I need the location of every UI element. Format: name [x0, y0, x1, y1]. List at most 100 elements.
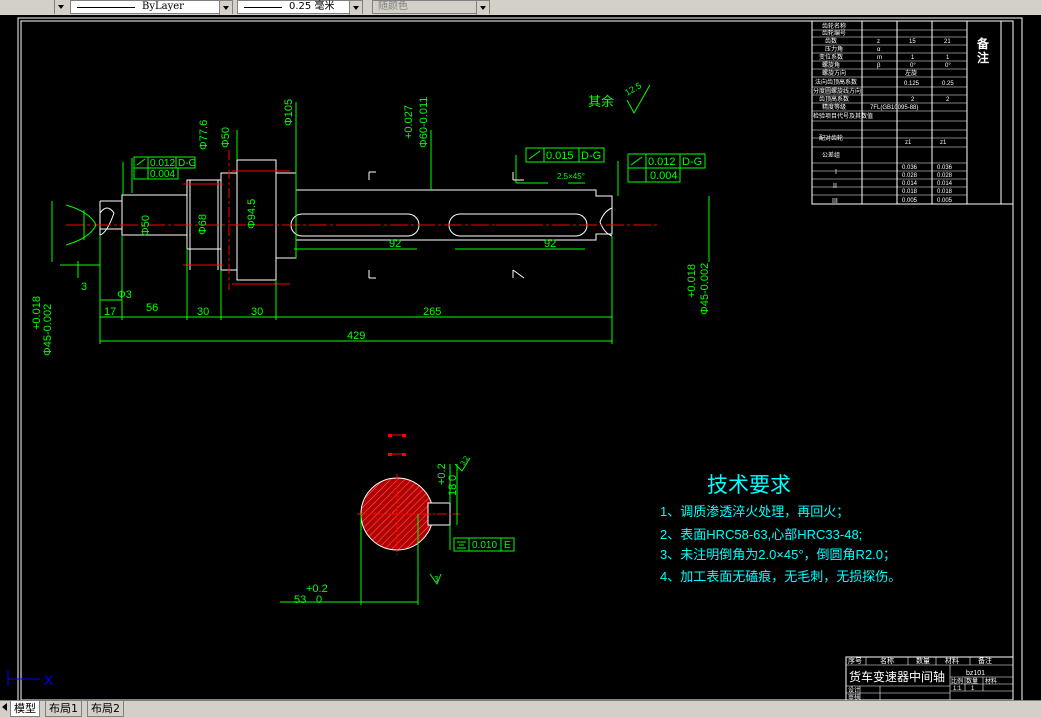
- tab-layout2[interactable]: 布局2: [87, 701, 124, 717]
- properties-toolbar: ByLayer 0.25 毫米 随颜色: [0, 0, 1041, 16]
- layer-dropdown-arrow[interactable]: [54, 0, 67, 14]
- param-sv-9: 0.005: [902, 198, 918, 204]
- param-label-4: 压力角: [825, 45, 843, 53]
- param-sv-3: 0.028: [902, 173, 918, 179]
- sec-d: 53: [294, 594, 306, 606]
- tol3-value: 0.012: [648, 156, 676, 168]
- tol3b-value: 0.004: [650, 170, 678, 182]
- param-num-2: 21: [944, 39, 951, 45]
- param-label-12: 检验项目代号及其数值: [813, 112, 873, 120]
- dim-d45-left-bot: Φ45-0.002: [42, 304, 54, 356]
- param-sv-4: 0.028: [937, 173, 953, 179]
- dim-d45-right-bot: Φ45-0.002: [699, 263, 711, 315]
- tab-layout1-label: 布局1: [49, 702, 78, 715]
- tb-header-5: 备注: [978, 656, 992, 665]
- param-value-direction: 左旋: [905, 69, 917, 77]
- lineweight-select[interactable]: 0.25 毫米: [237, 0, 363, 15]
- tech-title: 技术要求: [707, 474, 791, 497]
- dim-l30a: 30: [197, 306, 209, 318]
- chamfer-label: 2.5×45°: [557, 172, 585, 181]
- param-group-1: I: [835, 169, 837, 176]
- param-label-2: 齿轮编号: [822, 29, 846, 37]
- tol1-datum: D-G: [178, 158, 197, 169]
- param-num-6: 0°: [945, 63, 951, 69]
- param-sv-5: 0.014: [902, 181, 918, 187]
- tech-item-1: 1、调质渗透淬火处理，再回火；: [660, 504, 849, 520]
- sec-d-bot: 0: [316, 594, 322, 606]
- param-label-8: 法向齿顶高系数: [815, 78, 857, 86]
- tb-qty-label: 数量: [966, 677, 978, 685]
- lineweight-dropdown-arrow[interactable]: [349, 1, 362, 15]
- dim-keyway-92b: 92: [544, 238, 556, 250]
- param-value-m: m: [877, 55, 882, 61]
- linetype-select[interactable]: ByLayer: [70, 0, 233, 15]
- tb-header-2: 名称: [880, 656, 894, 665]
- dim-l30b: 30: [251, 306, 263, 318]
- dim-d77: Φ77.6: [198, 120, 210, 150]
- tab-nav-prev-icon[interactable]: [2, 703, 7, 711]
- tech-item-2: 2、表面HRC58-63,心部HRC33-48;: [660, 527, 862, 542]
- param-num-5: 0°: [910, 63, 916, 69]
- dim-l429: 429: [347, 330, 365, 342]
- tb-scale-label: 比例: [951, 677, 963, 685]
- param-sv-8: 0.018: [937, 189, 953, 195]
- tab-layout1[interactable]: 布局1: [45, 701, 82, 717]
- plotstyle-value: 随颜色: [378, 1, 408, 12]
- dim-l56: 56: [146, 302, 158, 314]
- param-value-z1a: z1: [905, 140, 912, 146]
- param-group-3: III: [832, 198, 838, 205]
- tb-header-3: 数量: [916, 656, 930, 665]
- param-value-grade: 7FL(GB10095-88): [870, 105, 918, 111]
- tb-scale-value: 1:1: [953, 686, 962, 692]
- param-label-13: 配对齿轮: [819, 134, 843, 142]
- dim-d50a: Φ50: [220, 127, 232, 148]
- linetype-value: ByLayer: [142, 1, 184, 12]
- param-value-alpha: α: [877, 47, 881, 53]
- param-label-7: 螺旋方向: [822, 69, 846, 77]
- param-label-6: 螺旋角: [822, 61, 840, 69]
- param-value-z: z: [877, 39, 880, 45]
- table-remark-char-1: 备: [976, 36, 990, 51]
- dim-d60-tol-bot: Φ60-0.011: [418, 97, 430, 148]
- param-label-14: 公差组: [822, 151, 840, 159]
- param-label-11: 精度等级: [822, 103, 846, 111]
- tb-header-1: 序号: [848, 656, 862, 665]
- tol3-datum: D-G: [682, 156, 702, 168]
- param-num-1: 15: [909, 39, 916, 45]
- param-sv-1: 0.036: [902, 165, 918, 171]
- dim-d105: Φ105: [283, 99, 295, 126]
- title-block[interactable]: 序号 名称 数量 材料 备注 货车变速器中间轴 bz101 比例 数量 材料 1…: [845, 656, 1014, 700]
- tol2-value: 0.015: [546, 150, 574, 162]
- tb-code: bz101: [966, 670, 985, 677]
- tab-model[interactable]: 模型: [10, 701, 40, 717]
- drawing-canvas[interactable]: Φ105 Φ77.6 Φ50 +0.027 Φ60-0.011 Φ94.5 Φ6…: [0, 15, 1041, 700]
- tb-role-2: 审核: [848, 693, 860, 700]
- dim-l265: 265: [423, 306, 441, 318]
- param-sv-2: 0.036: [937, 165, 953, 171]
- tb-part-name: 货车变速器中间轴: [849, 669, 945, 684]
- dim-phi3: Φ3: [117, 289, 132, 301]
- tol4-value: 0.010: [472, 540, 497, 551]
- dim-l17: 17: [104, 306, 116, 318]
- linetype-preview: [77, 7, 135, 8]
- dim-d68: Φ68: [197, 214, 209, 235]
- tol1-value: 0.012: [150, 158, 175, 169]
- param-value-z1b: z1: [940, 140, 947, 146]
- param-value-25: 0.25: [942, 81, 954, 87]
- tol2-datum: D-G: [581, 150, 601, 162]
- table-remark-char-2: 注: [977, 50, 989, 65]
- param-label-9: 分度圆螺旋线方向: [813, 87, 861, 95]
- plotstyle-select[interactable]: 随颜色: [372, 0, 490, 15]
- param-label-1: 齿轮名称: [822, 22, 846, 30]
- param-group-2: II: [833, 183, 837, 190]
- dim-d45-right-top: +0.018: [686, 264, 698, 298]
- sec-h: 18: [447, 484, 459, 496]
- linetype-dropdown-arrow[interactable]: [219, 1, 232, 15]
- tol1b-value: 0.004: [150, 169, 175, 180]
- param-label-3: 齿数: [825, 37, 837, 45]
- plotstyle-dropdown-arrow[interactable]: [476, 1, 489, 15]
- tab-model-label: 模型: [14, 702, 36, 715]
- gear-parameter-table[interactable]: 齿轮名称 齿轮编号 齿数 压力角 变位系数 螺旋角 螺旋方向 法向齿顶高系数 分…: [811, 20, 1014, 205]
- dim-l3: 3: [81, 281, 87, 293]
- param-label-5: 变位系数: [819, 53, 843, 61]
